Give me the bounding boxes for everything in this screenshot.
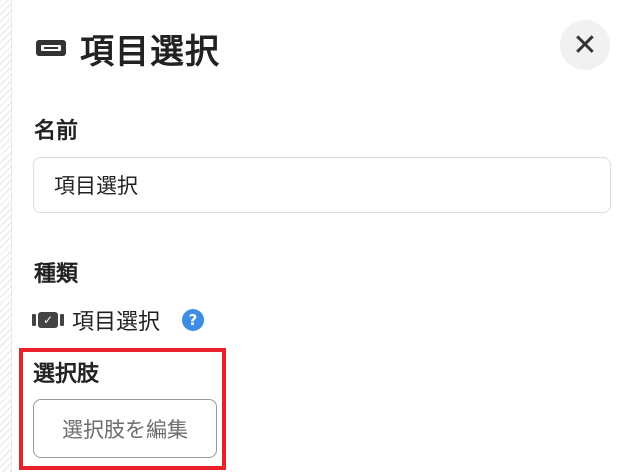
- choices-label: 選択肢: [33, 362, 100, 387]
- select-field-icon: [36, 40, 66, 56]
- close-button[interactable]: ✕: [560, 20, 610, 70]
- field-settings-panel: 項目選択 ✕ 名前 種類 ✓ 項目選択 ? 選択肢 選択肢を編集: [0, 0, 623, 472]
- type-label: 種類: [34, 262, 79, 287]
- panel-title: 項目選択: [80, 31, 220, 72]
- name-input[interactable]: [33, 157, 611, 213]
- edit-choices-button[interactable]: 選択肢を編集: [33, 399, 217, 458]
- name-label: 名前: [34, 119, 79, 144]
- panel-header: 項目選択: [36, 22, 623, 74]
- type-value-row: ✓ 項目選択 ?: [32, 305, 205, 335]
- type-value: 項目選択: [72, 310, 161, 335]
- help-icon[interactable]: ?: [182, 309, 205, 331]
- panel-resize-edge[interactable]: [0, 0, 12, 472]
- checkbox-select-icon: ✓: [32, 312, 64, 328]
